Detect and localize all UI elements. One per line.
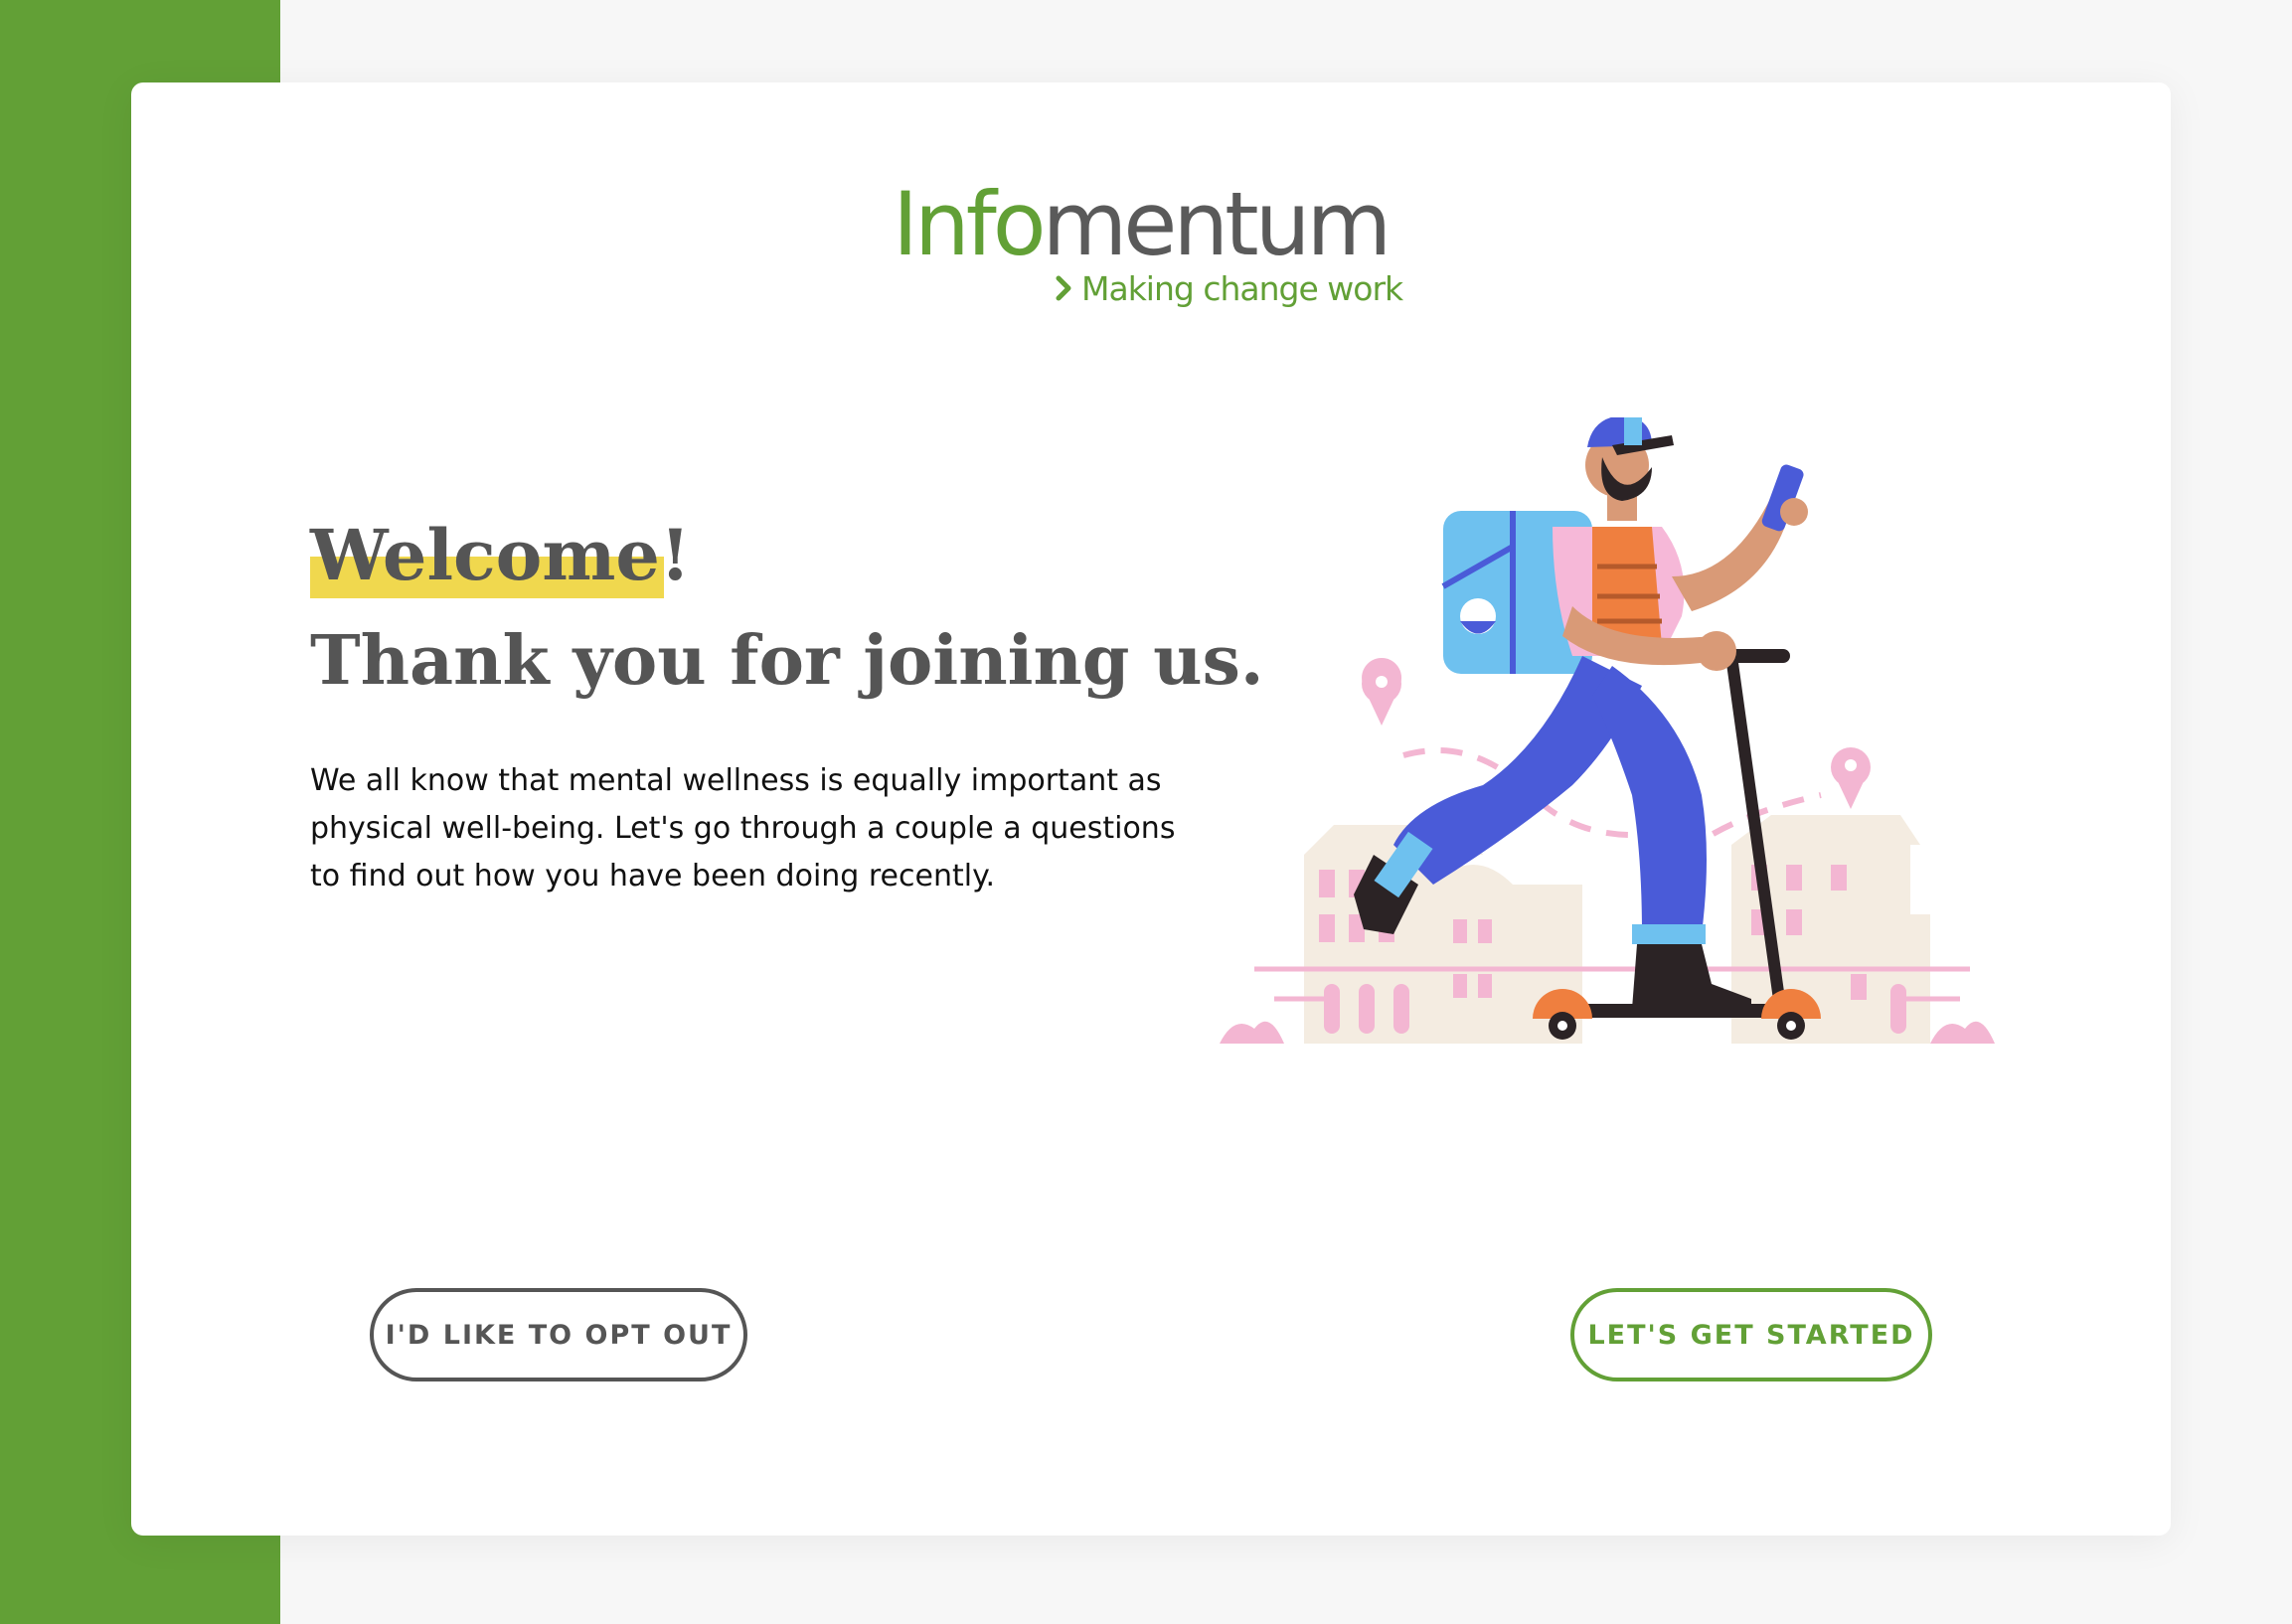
logo-word-mentum: mentum [1042, 173, 1392, 275]
intro-paragraph: We all know that mental wellness is equa… [310, 763, 1176, 893]
welcome-heading: Welcome! [310, 511, 691, 600]
opt-out-button[interactable]: I'D LIKE TO OPT OUT [370, 1288, 747, 1381]
chevron-right-icon [1056, 275, 1071, 301]
get-started-button[interactable]: LET'S GET STARTED [1570, 1288, 1932, 1381]
logo-wordmark: Infomentum [893, 173, 1392, 275]
welcome-text: Welcome! [310, 514, 691, 596]
scooter-rider-illustration [1220, 417, 1995, 1044]
page-subtitle: Thank you for joining us. [310, 621, 1264, 701]
brand-logo: Infomentum Making change work [893, 175, 1409, 314]
logo-word-info: Info [893, 173, 1047, 275]
logo-tagline: Making change work [1056, 268, 1403, 308]
tagline-text: Making change work [1081, 268, 1403, 308]
